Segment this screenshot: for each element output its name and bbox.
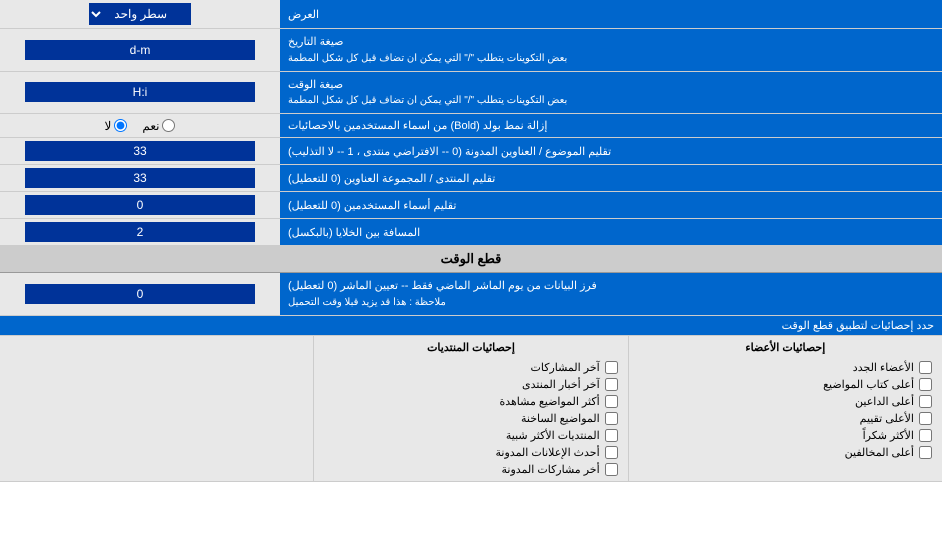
- time-format-input-wrapper: [0, 72, 280, 114]
- bold-remove-no-radio[interactable]: [114, 119, 127, 132]
- cb-top-inviters-input[interactable]: [919, 395, 932, 408]
- topic-titles-row: تقليم الموضوع / العناوين المدونة (0 -- ا…: [0, 138, 942, 165]
- cb-top-rated-input[interactable]: [919, 412, 932, 425]
- cb-last-posts-input[interactable]: [605, 361, 618, 374]
- cb-new-members[interactable]: الأعضاء الجدد: [639, 361, 932, 374]
- display-row: العرض سطر واحد سطران ثلاثة أسطر: [0, 0, 942, 29]
- bold-remove-yes-text: نعم: [142, 119, 159, 133]
- cb-latest-blog-announcements[interactable]: أحدث الإعلانات المدونة: [324, 446, 617, 459]
- display-label: العرض: [280, 0, 942, 28]
- cutoff-input-wrapper: [0, 273, 280, 315]
- cb-most-similar-forums[interactable]: المنتديات الأكثر شبية: [324, 429, 617, 442]
- cb-hot-topics-input[interactable]: [605, 412, 618, 425]
- topic-titles-input-wrapper: [0, 138, 280, 164]
- cutoff-row: فرز البيانات من يوم الماشر الماضي فقط --…: [0, 273, 942, 316]
- cb-most-thanks-input[interactable]: [919, 429, 932, 442]
- col-forums-header: إحصائيات المنتديات: [324, 341, 617, 354]
- cb-most-viewed-input[interactable]: [605, 395, 618, 408]
- distance-label: المسافة بين الخلايا (بالبكسل): [280, 219, 942, 245]
- topic-titles-label: تقليم الموضوع / العناوين المدونة (0 -- ا…: [280, 138, 942, 164]
- date-format-input[interactable]: [25, 40, 255, 60]
- cutoff-main-label: فرز البيانات من يوم الماشر الماضي فقط --…: [288, 278, 597, 295]
- bold-remove-controls: نعم لا: [0, 114, 280, 137]
- stats-section-label-text: حدد إحصائيات لتطبيق قطع الوقت: [782, 320, 934, 332]
- cb-top-rated[interactable]: الأعلى تقييم: [639, 412, 932, 425]
- date-format-row: صيغة التاريخ بعض التكوينات يتطلب "/" الت…: [0, 29, 942, 72]
- usernames-input-wrapper: [0, 192, 280, 218]
- cutoff-section-title: قطع الوقت: [441, 251, 502, 266]
- topic-titles-input[interactable]: [25, 141, 255, 161]
- time-format-input[interactable]: [25, 82, 255, 102]
- topic-titles-label-text: تقليم الموضوع / العناوين المدونة (0 -- ا…: [288, 145, 611, 158]
- cb-latest-blog-announcements-input[interactable]: [605, 446, 618, 459]
- bold-remove-label: إزالة نمط بولد (Bold) من اسماء المستخدمي…: [280, 114, 942, 137]
- forum-group-label: تقليم المنتدى / المجموعة العناوين (0 للت…: [280, 165, 942, 191]
- usernames-label: تقليم أسماء المستخدمين (0 للتعطيل): [280, 192, 942, 218]
- forum-group-input[interactable]: [25, 168, 255, 188]
- cb-top-violators[interactable]: أعلى المخالفين: [639, 446, 932, 459]
- bold-remove-yes-label[interactable]: نعم: [142, 119, 175, 133]
- cb-most-similar-forums-input[interactable]: [605, 429, 618, 442]
- cutoff-section-header: قطع الوقت: [0, 246, 942, 273]
- usernames-label-text: تقليم أسماء المستخدمين (0 للتعطيل): [288, 199, 456, 212]
- date-format-sublabel: بعض التكوينات يتطلب "/" التي يمكن ان تضا…: [288, 51, 567, 66]
- distance-input[interactable]: [25, 222, 255, 242]
- cb-forum-news-input[interactable]: [605, 378, 618, 391]
- bold-remove-yes-radio[interactable]: [162, 119, 175, 132]
- date-format-main-label: صيغة التاريخ: [288, 34, 343, 51]
- time-format-label: صيغة الوقت بعض التكوينات يتطلب "/" التي …: [280, 72, 942, 114]
- cb-last-blog-posts-input[interactable]: [605, 463, 618, 476]
- cutoff-input[interactable]: [25, 284, 255, 304]
- cutoff-label: فرز البيانات من يوم الماشر الماضي فقط --…: [280, 273, 942, 315]
- col-members-header: إحصائيات الأعضاء: [639, 341, 932, 354]
- forum-group-label-text: تقليم المنتدى / المجموعة العناوين (0 للت…: [288, 172, 495, 185]
- time-format-sublabel: بعض التكوينات يتطلب "/" التي يمكن ان تضا…: [288, 93, 567, 108]
- bold-remove-label-text: إزالة نمط بولد (Bold) من اسماء المستخدمي…: [288, 119, 547, 132]
- distance-label-text: المسافة بين الخلايا (بالبكسل): [288, 226, 420, 239]
- cutoff-note-label: ملاحظة : هذا قد يزيد قبلا وقت التحميل: [288, 295, 446, 310]
- forum-group-input-wrapper: [0, 165, 280, 191]
- display-label-text: العرض: [288, 8, 319, 21]
- checkbox-col-members: إحصائيات الأعضاء الأعضاء الجدد أعلى كتاب…: [628, 336, 942, 481]
- display-control: سطر واحد سطران ثلاثة أسطر: [0, 0, 280, 28]
- bold-remove-no-label[interactable]: لا: [105, 119, 128, 133]
- cb-forum-news[interactable]: آخر أخبار المنتدى: [324, 378, 617, 391]
- cb-last-posts[interactable]: آخر المشاركات: [324, 361, 617, 374]
- distance-row: المسافة بين الخلايا (بالبكسل): [0, 219, 942, 246]
- distance-input-wrapper: [0, 219, 280, 245]
- time-format-row: صيغة الوقت بعض التكوينات يتطلب "/" التي …: [0, 72, 942, 115]
- cb-most-viewed[interactable]: أكثر المواضيع مشاهدة: [324, 395, 617, 408]
- cb-top-topic-writers-input[interactable]: [919, 378, 932, 391]
- time-format-main-label: صيغة الوقت: [288, 77, 343, 94]
- checkbox-col-forums: إحصائيات المنتديات آخر المشاركات آخر أخب…: [313, 336, 627, 481]
- checkboxes-container: إحصائيات الأعضاء الأعضاء الجدد أعلى كتاب…: [0, 336, 942, 482]
- bold-remove-row: إزالة نمط بولد (Bold) من اسماء المستخدمي…: [0, 114, 942, 138]
- cb-top-inviters[interactable]: أعلى الداعين: [639, 395, 932, 408]
- forum-group-row: تقليم المنتدى / المجموعة العناوين (0 للت…: [0, 165, 942, 192]
- cb-hot-topics[interactable]: المواضيع الساخنة: [324, 412, 617, 425]
- main-container: العرض سطر واحد سطران ثلاثة أسطر صيغة الت…: [0, 0, 942, 482]
- stats-section-label: حدد إحصائيات لتطبيق قطع الوقت: [0, 316, 942, 336]
- cb-new-members-input[interactable]: [919, 361, 932, 374]
- bold-remove-no-text: لا: [105, 119, 112, 133]
- checkbox-col-extra: [0, 336, 313, 481]
- cb-top-topic-writers[interactable]: أعلى كتاب المواضيع: [639, 378, 932, 391]
- cb-last-blog-posts[interactable]: أخر مشاركات المدونة: [324, 463, 617, 476]
- date-format-input-wrapper: [0, 29, 280, 71]
- cb-most-thanks[interactable]: الأكثر شكراً: [639, 429, 932, 442]
- display-dropdown[interactable]: سطر واحد سطران ثلاثة أسطر: [89, 3, 191, 25]
- cb-top-violators-input[interactable]: [919, 446, 932, 459]
- date-format-label: صيغة التاريخ بعض التكوينات يتطلب "/" الت…: [280, 29, 942, 71]
- usernames-input[interactable]: [25, 195, 255, 215]
- usernames-row: تقليم أسماء المستخدمين (0 للتعطيل): [0, 192, 942, 219]
